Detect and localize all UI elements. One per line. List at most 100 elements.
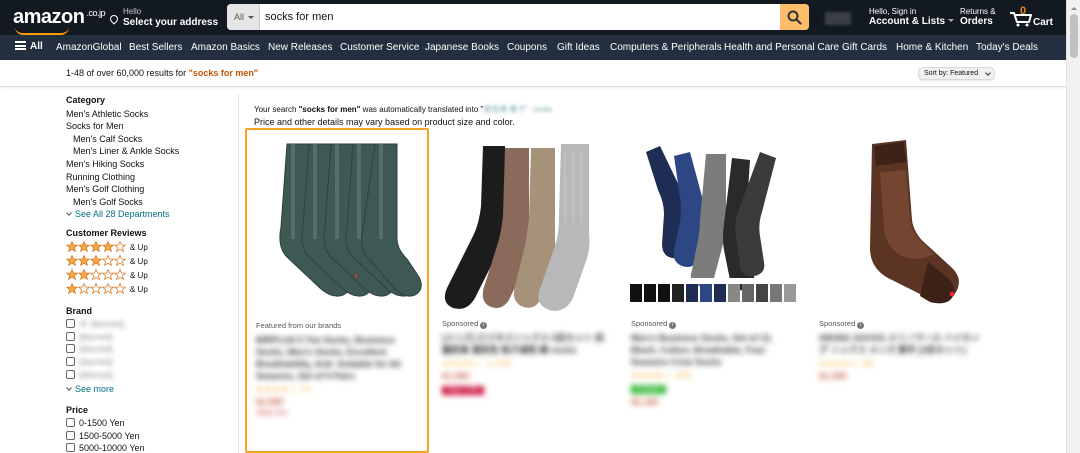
- brand-checkbox-row[interactable]: (blurred): [66, 343, 236, 356]
- search-bar: All: [227, 4, 809, 30]
- category-link[interactable]: Men's Calf Socks: [66, 133, 236, 146]
- review-filter-2-stars[interactable]: & Up: [65, 268, 236, 284]
- all-menu-button[interactable]: All: [15, 41, 43, 52]
- checkbox[interactable]: [66, 319, 75, 329]
- product-card[interactable]: Sponsored i [メンズ] ビジネスソックス 5足セット 抗菌防臭 通気性…: [433, 128, 617, 453]
- sponsored-tag: Sponsored i: [442, 319, 488, 329]
- amazon-logo[interactable]: amazon .co.jp: [13, 6, 105, 35]
- product-details[interactable]: BIRPLUS 5 Toe Socks, Business Socks, Men…: [256, 334, 424, 417]
- category-link[interactable]: Men's Liner & Ankle Socks: [66, 145, 236, 158]
- category-link[interactable]: Men's Hiking Socks: [66, 158, 236, 171]
- filter-sidebar: Category Men's Athletic Socks Socks for …: [65, 94, 236, 453]
- cart-icon: [1010, 12, 1032, 27]
- price-heading: Price: [66, 404, 89, 415]
- returns-and-orders[interactable]: Returns & Orders: [960, 7, 996, 27]
- location-pin-icon: [108, 13, 120, 25]
- deliver-to-address[interactable]: Hello Select your address: [108, 6, 218, 28]
- account-and-lists[interactable]: Hello, Sign in Account & Lists: [869, 7, 955, 27]
- subnav-item-todays-deals[interactable]: Today's Deals: [976, 42, 1038, 53]
- review-filter-1-star[interactable]: & Up: [65, 282, 236, 298]
- customer-reviews-heading: Customer Reviews: [66, 227, 147, 238]
- category-link[interactable]: Men's Athletic Socks: [66, 108, 236, 121]
- category-link[interactable]: Men's Golf Socks: [66, 196, 236, 209]
- smile-arrow-icon: [15, 27, 69, 35]
- subnav-item-new-releases[interactable]: New Releases: [268, 42, 332, 53]
- checkbox[interactable]: [66, 331, 75, 341]
- product-details[interactable]: [メンズ] ビジネスソックス 5足セット 抗菌防臭 通気性 吸汗速乾 綿 soc…: [442, 332, 610, 395]
- top-nav-bar: amazon .co.jp Hello Select your address A…: [0, 0, 1080, 35]
- undo-link[interactable]: ". Undo: [526, 105, 552, 114]
- category-link[interactable]: Running Clothing: [66, 171, 236, 184]
- price-filter-row[interactable]: 5000-10000 Yen: [66, 442, 236, 453]
- star-rating-icon: [65, 282, 127, 298]
- results-info-bar: 1-48 of over 60,000 results for "socks f…: [0, 60, 1066, 87]
- product-details[interactable]: Men's Business Socks, Set of 12, Black, …: [631, 332, 799, 407]
- product-card[interactable]: Sponsored i HIKING SOCKS メリノウール ハイキング ソック…: [810, 128, 994, 453]
- product-image[interactable]: [810, 132, 994, 318]
- star-rating-icon: [65, 268, 127, 284]
- star-rating-icon: [65, 254, 127, 270]
- subnav-item-gift-cards[interactable]: Gift Cards: [842, 42, 887, 53]
- brand-heading: Brand: [66, 305, 93, 316]
- price-filter-row[interactable]: 1500-5000 Yen: [66, 430, 236, 443]
- caret-down-icon: [948, 19, 955, 25]
- product-image[interactable]: [247, 134, 431, 320]
- checkbox[interactable]: [66, 356, 75, 366]
- category-heading: Category: [66, 95, 106, 105]
- search-button[interactable]: [780, 4, 809, 30]
- sort-by-dropdown[interactable]: Sort by: Featured: [918, 67, 996, 80]
- info-icon[interactable]: i: [480, 322, 488, 329]
- subnav-item-home-kitchen[interactable]: Home & Kitchen: [896, 42, 968, 53]
- results-count: 1-48 of over 60,000 results for "socks f…: [66, 68, 259, 78]
- sidebar-divider: [238, 94, 239, 453]
- price-filter-row[interactable]: 0-1500 Yen: [66, 417, 236, 430]
- subnav-item-health[interactable]: Health and Personal Care: [724, 42, 839, 53]
- see-all-departments-link[interactable]: See All 28 Departments: [66, 208, 236, 221]
- checkbox[interactable]: [66, 430, 75, 440]
- subnav-item-best-sellers[interactable]: Best Sellers: [129, 42, 182, 53]
- info-icon[interactable]: i: [857, 322, 865, 329]
- scrollbar-thumb[interactable]: [1070, 14, 1078, 58]
- product-image[interactable]: [622, 132, 806, 318]
- product-details[interactable]: HIKING SOCKS メリノウール ハイキング ソックス メンズ 厚手 [3…: [819, 332, 987, 381]
- language-flag[interactable]: [825, 12, 851, 25]
- product-card[interactable]: Sponsored i Men's Business Socks, Set of …: [622, 128, 806, 453]
- search-icon: [787, 10, 802, 25]
- review-filter-3-stars[interactable]: & Up: [65, 254, 236, 270]
- review-filter-4-stars[interactable]: & Up: [65, 240, 236, 256]
- brand-checkbox-row[interactable]: (blurred): [66, 356, 236, 369]
- category-link[interactable]: Men's Golf Clothing: [66, 183, 236, 196]
- brand-checkbox-row[interactable]: ネ (blurred): [66, 318, 236, 331]
- brand-checkbox-row[interactable]: (blurred): [66, 331, 236, 344]
- search-category-select[interactable]: All: [227, 4, 260, 30]
- subnav-item-coupons[interactable]: Coupons: [507, 42, 547, 53]
- checkbox[interactable]: [66, 418, 75, 428]
- page-scrollbar[interactable]: [1066, 0, 1080, 453]
- checkbox[interactable]: [66, 344, 75, 354]
- category-link[interactable]: Socks for Men: [66, 120, 236, 133]
- see-more-brands-link[interactable]: See more: [66, 383, 236, 396]
- star-rating-icon: [65, 240, 127, 256]
- translation-notice: Your search "socks for men" was automati…: [254, 105, 553, 127]
- info-icon[interactable]: i: [669, 322, 677, 329]
- subnav-item-japanese-books[interactable]: Japanese Books: [425, 42, 499, 53]
- sponsored-tag: Sponsored i: [631, 319, 677, 329]
- checkbox[interactable]: [66, 369, 75, 379]
- brand-checkbox-row[interactable]: (blurred): [66, 369, 236, 382]
- featured-tag: Featured from our brands: [256, 321, 342, 330]
- subnav-item-amazonglobal[interactable]: AmazonGlobal: [56, 42, 122, 53]
- sub-nav-bar: All AmazonGlobal Best Sellers Amazon Bas…: [0, 35, 1080, 60]
- cart-button[interactable]: 0 Cart: [1009, 5, 1054, 29]
- subnav-item-amazon-basics[interactable]: Amazon Basics: [191, 42, 260, 53]
- subnav-item-computers[interactable]: Computers & Peripherals: [610, 42, 722, 53]
- product-image[interactable]: [433, 132, 617, 318]
- chevron-down-icon: [66, 210, 72, 217]
- subnav-item-customer-service[interactable]: Customer Service: [340, 42, 419, 53]
- scroll-up-icon[interactable]: [1071, 4, 1077, 10]
- hamburger-icon: [15, 41, 26, 50]
- search-input[interactable]: [260, 4, 780, 30]
- subnav-item-gift-ideas[interactable]: Gift Ideas: [557, 42, 600, 53]
- chevron-down-icon: [66, 385, 72, 391]
- product-card[interactable]: Featured from our brands BIRPLUS 5 Toe S…: [245, 128, 429, 453]
- checkbox[interactable]: [66, 443, 75, 453]
